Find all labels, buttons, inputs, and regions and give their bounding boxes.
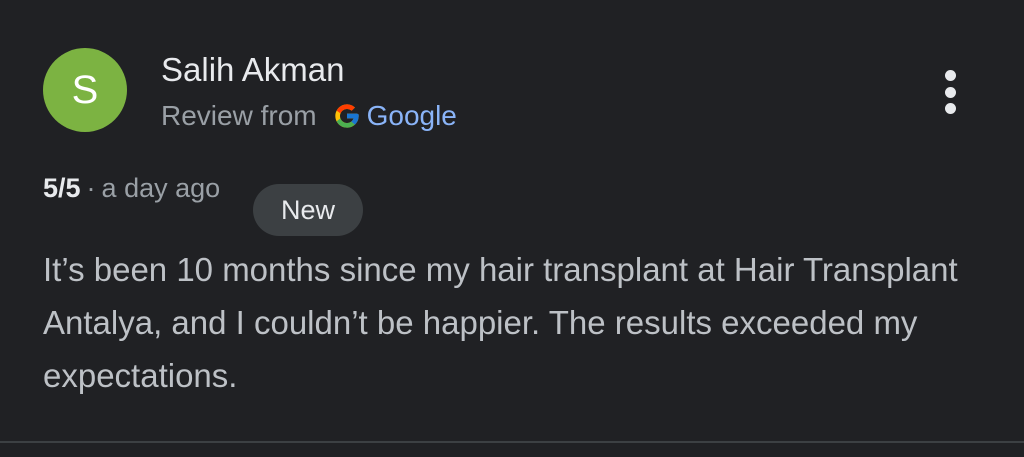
new-badge: New	[253, 184, 363, 236]
more-vertical-icon-dot	[944, 103, 956, 114]
rating: 5/5	[43, 173, 81, 203]
avatar[interactable]: S	[43, 48, 127, 132]
review-text: It’s been 10 months since my hair transp…	[43, 251, 958, 394]
more-vertical-icon	[944, 70, 956, 81]
google-g-logo-icon	[334, 104, 359, 128]
reviewer-name[interactable]: Salih Akman	[161, 50, 344, 90]
review-time: a day ago	[101, 173, 221, 203]
review-card: S Salih Akman Review from Google 5/5 · a d…	[0, 0, 1024, 457]
divider	[0, 441, 1024, 443]
review-meta: 5/5 · a day ago	[43, 170, 220, 206]
review-source-prefix: Review from	[161, 100, 317, 131]
more-vertical-icon-dot	[944, 86, 956, 98]
avatar-letter: S	[71, 68, 99, 112]
review-source: Review from Google	[161, 98, 457, 134]
google-link[interactable]: Google	[367, 98, 457, 134]
more-options-button[interactable]	[928, 66, 972, 118]
meta-separator: ·	[86, 173, 96, 203]
